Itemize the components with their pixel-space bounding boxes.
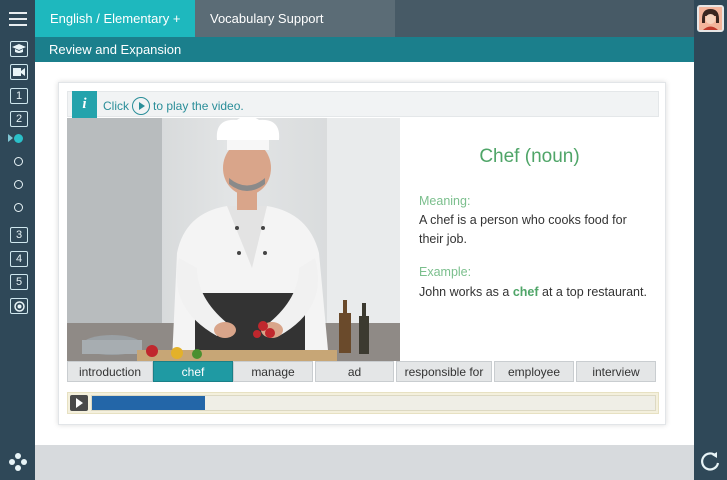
bottom-strip — [35, 445, 694, 480]
example-after: at a top restaurant. — [542, 285, 647, 299]
progress-fill — [92, 396, 205, 410]
lesson-dot-active[interactable] — [14, 134, 23, 143]
info-play-text: to play the video. — [153, 99, 244, 113]
word-tabs: introduction chef manage ad responsible … — [67, 361, 659, 383]
lesson-dot[interactable] — [14, 157, 23, 166]
section-title: Review and Expansion — [35, 37, 694, 62]
video-player — [67, 392, 659, 414]
play-icon[interactable] — [132, 97, 150, 115]
menu-button[interactable] — [0, 0, 35, 37]
vocabulary-card: i Click to play the video. Chef (noun) M… — [58, 82, 666, 425]
meaning-text: A chef is a person who cooks food for th… — [419, 213, 627, 246]
tab-course[interactable]: English / Elementary + — [35, 0, 195, 37]
progress-track[interactable] — [91, 395, 656, 411]
hamburger-menu-icon — [8, 11, 27, 26]
definition-panel: Chef (noun) Meaning: A chef is a person … — [400, 118, 659, 361]
left-navigation-rail: 1 2 3 4 5 — [0, 0, 35, 480]
video-still-image[interactable] — [67, 118, 400, 361]
target-button[interactable] — [10, 298, 28, 314]
unit-4-button[interactable]: 4 — [10, 251, 28, 267]
vocabulary-word: Chef (noun) — [479, 146, 580, 167]
info-instruction: Click to play the video. — [103, 97, 244, 115]
user-avatar-icon[interactable] — [697, 5, 724, 32]
graduation-cap-icon — [12, 44, 26, 53]
target-icon — [13, 300, 25, 312]
word-tab-chef[interactable]: chef — [153, 361, 233, 382]
right-rail — [694, 0, 727, 480]
tab-vocabulary-support[interactable]: Vocabulary Support — [195, 0, 395, 37]
top-tab-bar: English / Elementary + Vocabulary Suppor… — [35, 0, 694, 37]
info-click-text: Click — [103, 99, 129, 113]
word-tab-employee[interactable]: employee — [494, 361, 574, 382]
example-label: Example: — [419, 265, 472, 279]
graduation-cap-button[interactable] — [10, 41, 28, 57]
info-bar: i Click to play the video. — [67, 91, 659, 130]
video-camera-icon — [13, 68, 25, 76]
word-tab-interview[interactable]: interview — [576, 361, 656, 382]
flower-logo-icon[interactable] — [8, 452, 28, 472]
video-button[interactable] — [10, 64, 28, 80]
example-highlight: chef — [512, 285, 539, 299]
word-tab-responsible-for[interactable]: responsible for — [396, 361, 492, 382]
example-before: John works as a — [419, 285, 510, 299]
current-position-indicator — [8, 134, 13, 142]
unit-3-button[interactable]: 3 — [10, 227, 28, 243]
word-tab-manage[interactable]: manage — [233, 361, 313, 382]
word-tab-introduction[interactable]: introduction — [67, 361, 153, 382]
play-button[interactable] — [70, 395, 88, 411]
refresh-icon[interactable] — [699, 450, 721, 472]
lesson-dot[interactable] — [14, 180, 23, 189]
unit-2-button[interactable]: 2 — [10, 111, 28, 127]
meaning-label: Meaning: — [419, 194, 471, 208]
example-text: John works as a chef at a top restaurant… — [419, 283, 649, 302]
word-tab-ad[interactable]: ad — [315, 361, 394, 382]
lesson-dot[interactable] — [14, 203, 23, 212]
unit-1-button[interactable]: 1 — [10, 88, 28, 104]
unit-5-button[interactable]: 5 — [10, 274, 28, 290]
